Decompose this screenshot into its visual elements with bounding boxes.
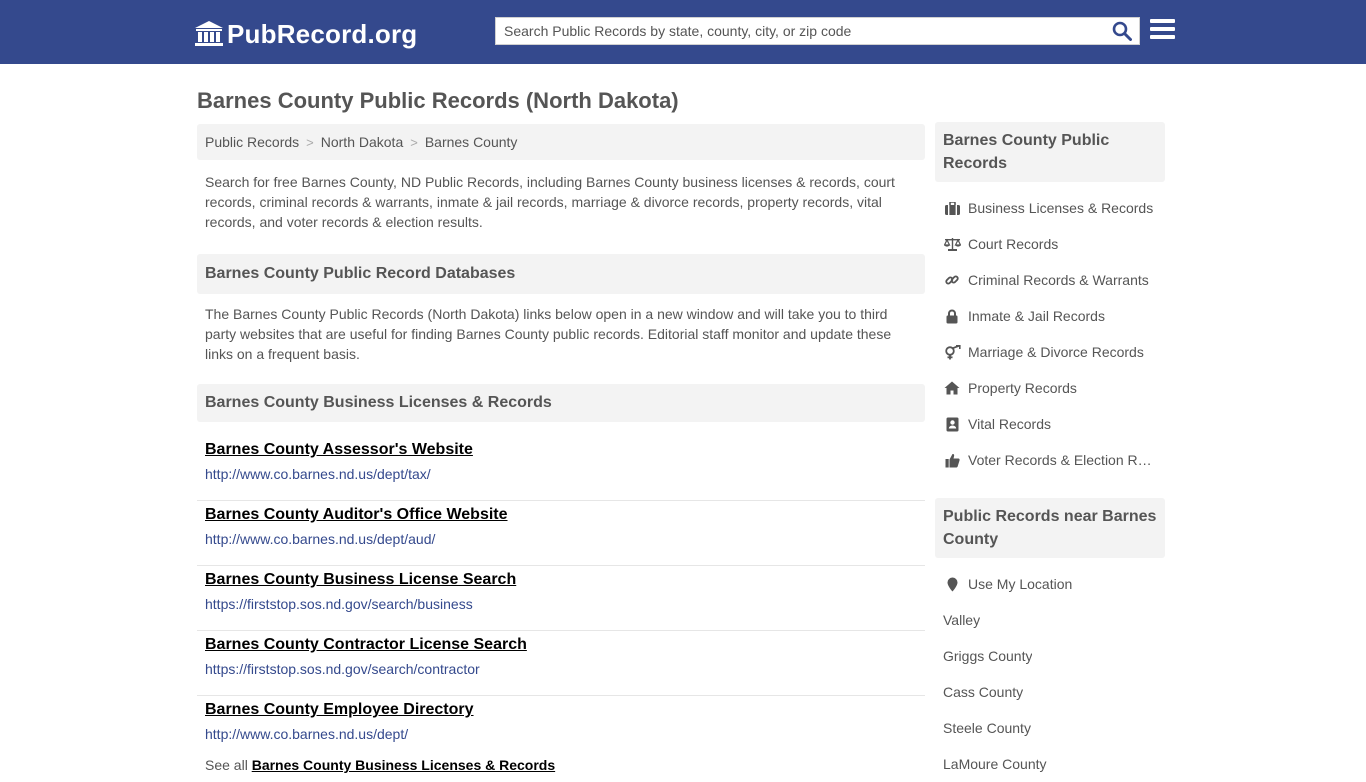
breadcrumb-separator: > bbox=[306, 134, 314, 150]
record-link-url: https://firststop.sos.nd.gov/search/cont… bbox=[205, 661, 480, 677]
search-button[interactable] bbox=[1111, 21, 1133, 41]
sidebar-records-heading: Barnes County Public Records bbox=[935, 122, 1165, 182]
record-link-title[interactable]: Barnes County Business License Search bbox=[205, 566, 917, 590]
sidebar-item-court[interactable]: Court Records bbox=[935, 226, 1165, 262]
lock-icon bbox=[943, 308, 961, 324]
sidebar-near-list: Use My Location Valley Griggs County Cas… bbox=[935, 558, 1165, 782]
search-box bbox=[495, 17, 1140, 45]
top-navigation-bar: PubRecord.org bbox=[0, 0, 1366, 64]
databases-heading: Barnes County Public Record Databases bbox=[197, 254, 925, 294]
near-item-label[interactable]: Cass County bbox=[943, 684, 1023, 700]
list-item: Barnes County Assessor's Website http://… bbox=[197, 436, 925, 501]
record-link-title[interactable]: Barnes County Assessor's Website bbox=[205, 436, 917, 460]
intro-text: Search for free Barnes County, ND Public… bbox=[205, 174, 895, 230]
thumbs-up-icon bbox=[943, 452, 961, 468]
sidebar: Barnes County Public Records Business Li… bbox=[935, 122, 1165, 782]
near-item-label[interactable]: Griggs County bbox=[943, 648, 1032, 664]
courthouse-icon bbox=[195, 21, 223, 46]
sidebar-item-property[interactable]: Property Records bbox=[935, 370, 1165, 406]
list-item: Barnes County Employee Directory http://… bbox=[197, 696, 925, 761]
sidebar-item-criminal[interactable]: Criminal Records & Warrants bbox=[935, 262, 1165, 298]
record-link-url: http://www.co.barnes.nd.us/dept/tax/ bbox=[205, 466, 431, 482]
near-item-label[interactable]: LaMoure County bbox=[943, 756, 1047, 772]
map-marker-icon bbox=[943, 576, 961, 592]
menu-icon bbox=[1150, 19, 1175, 23]
home-icon bbox=[943, 380, 961, 396]
sidebar-item-marriage[interactable]: Marriage & Divorce Records bbox=[935, 334, 1165, 370]
near-item-cass[interactable]: Cass County bbox=[935, 674, 1165, 710]
list-item: Barnes County Auditor's Office Website h… bbox=[197, 501, 925, 566]
sidebar-item-vital[interactable]: Vital Records bbox=[935, 406, 1165, 442]
list-item: Barnes County Business License Search ht… bbox=[197, 566, 925, 631]
sidebar-item-label[interactable]: Vital Records bbox=[968, 416, 1051, 432]
breadcrumb-public-records[interactable]: Public Records bbox=[205, 134, 299, 150]
page-title: Barnes County Public Records (North Dako… bbox=[197, 88, 679, 113]
site-logo-link[interactable]: PubRecord.org bbox=[195, 18, 417, 50]
sidebar-item-voter[interactable]: Voter Records & Election R… bbox=[935, 442, 1165, 478]
see-all-row: See all Barnes County Business Licenses … bbox=[205, 755, 917, 775]
hamburger-menu-button[interactable] bbox=[1150, 19, 1175, 43]
logo-text: PubRecord.org bbox=[227, 18, 418, 49]
briefcase-icon bbox=[943, 200, 961, 216]
near-item-label[interactable]: Valley bbox=[943, 612, 980, 628]
breadcrumb-north-dakota[interactable]: North Dakota bbox=[321, 134, 403, 150]
scales-icon bbox=[943, 236, 961, 252]
sidebar-item-business[interactable]: Business Licenses & Records bbox=[935, 190, 1165, 226]
record-link-url: http://www.co.barnes.nd.us/dept/ bbox=[205, 726, 409, 742]
sidebar-item-label[interactable]: Voter Records & Election R… bbox=[968, 452, 1152, 468]
sidebar-item-label[interactable]: Property Records bbox=[968, 380, 1077, 396]
record-link-url: https://firststop.sos.nd.gov/search/busi… bbox=[205, 596, 473, 612]
id-card-icon bbox=[943, 416, 961, 432]
near-item-valley[interactable]: Valley bbox=[935, 602, 1165, 638]
record-link-title[interactable]: Barnes County Employee Directory bbox=[205, 696, 917, 720]
sidebar-item-label[interactable]: Court Records bbox=[968, 236, 1058, 252]
search-icon bbox=[1112, 21, 1132, 41]
search-input[interactable] bbox=[496, 18, 1096, 44]
record-link-url: http://www.co.barnes.nd.us/dept/aud/ bbox=[205, 531, 436, 547]
near-item-griggs[interactable]: Griggs County bbox=[935, 638, 1165, 674]
near-item-steele[interactable]: Steele County bbox=[935, 710, 1165, 746]
sidebar-item-inmate[interactable]: Inmate & Jail Records bbox=[935, 298, 1165, 334]
databases-description: The Barnes County Public Records (North … bbox=[205, 306, 892, 362]
breadcrumb: Public Records > North Dakota > Barnes C… bbox=[197, 124, 925, 160]
near-item-label[interactable]: Steele County bbox=[943, 720, 1031, 736]
sidebar-item-label[interactable]: Marriage & Divorce Records bbox=[968, 344, 1144, 360]
breadcrumb-barnes-county[interactable]: Barnes County bbox=[425, 134, 518, 150]
business-heading: Barnes County Business Licenses & Record… bbox=[197, 384, 925, 422]
gender-icon bbox=[943, 344, 961, 360]
sidebar-item-label[interactable]: Business Licenses & Records bbox=[968, 200, 1153, 216]
record-link-title[interactable]: Barnes County Contractor License Search bbox=[205, 631, 917, 655]
breadcrumb-separator: > bbox=[410, 134, 418, 150]
business-links-list: Barnes County Assessor's Website http://… bbox=[197, 436, 925, 761]
sidebar-item-label[interactable]: Criminal Records & Warrants bbox=[968, 272, 1149, 288]
see-all-link[interactable]: Barnes County Business Licenses & Record… bbox=[252, 757, 555, 773]
near-item-lamoure[interactable]: LaMoure County bbox=[935, 746, 1165, 782]
see-all-prefix: See all bbox=[205, 757, 248, 773]
use-my-location[interactable]: Use My Location bbox=[935, 566, 1165, 602]
sidebar-records-list: Business Licenses & Records Court Record… bbox=[935, 182, 1165, 478]
link-icon bbox=[943, 272, 961, 288]
main-content: Public Records > North Dakota > Barnes C… bbox=[197, 124, 925, 775]
list-item: Barnes County Contractor License Search … bbox=[197, 631, 925, 696]
sidebar-item-label[interactable]: Inmate & Jail Records bbox=[968, 308, 1105, 324]
use-my-location-label[interactable]: Use My Location bbox=[968, 576, 1072, 592]
record-link-title[interactable]: Barnes County Auditor's Office Website bbox=[205, 501, 917, 525]
sidebar-near-heading: Public Records near Barnes County bbox=[935, 498, 1165, 558]
